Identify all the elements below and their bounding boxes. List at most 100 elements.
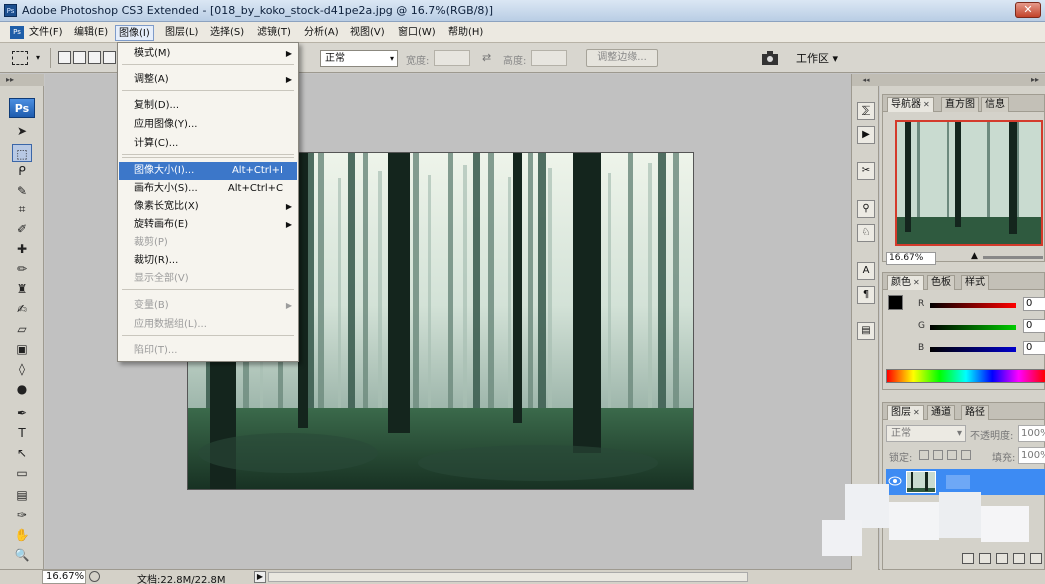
- image-menu-item[interactable]: 画布大小(S)... Alt+Ctrl+C: [119, 180, 297, 198]
- panels-grip[interactable]: ▸▸: [880, 74, 1045, 86]
- clone-source-icon[interactable]: ♘: [857, 224, 875, 242]
- tab-color[interactable]: 颜色 ✕: [887, 275, 924, 290]
- menu-analysis[interactable]: 分析(A): [301, 25, 342, 41]
- notes-tool-icon[interactable]: ▤: [12, 486, 32, 504]
- fill-field[interactable]: 100%: [1018, 447, 1045, 464]
- blue-channel-slider[interactable]: [930, 347, 1016, 352]
- lock-all-icon[interactable]: [961, 450, 971, 460]
- menu-select[interactable]: 选择(S): [207, 25, 247, 41]
- bridge-icon[interactable]: [760, 49, 780, 67]
- tab-swatches[interactable]: 色板: [927, 275, 955, 290]
- dock-grip[interactable]: ◂◂: [852, 74, 880, 86]
- navigator-zoom-field[interactable]: 16.67%: [886, 252, 936, 265]
- hand-tool-icon[interactable]: ✋: [12, 526, 32, 544]
- tab-histogram[interactable]: 直方图: [941, 97, 979, 112]
- menu-layer[interactable]: 图层(L): [162, 25, 201, 41]
- red-channel-slider[interactable]: [930, 303, 1016, 308]
- red-channel-value[interactable]: 0: [1023, 297, 1045, 311]
- brushes-panel-icon[interactable]: ⚲: [857, 200, 875, 218]
- color-spectrum[interactable]: [886, 369, 1045, 383]
- subtract-selection-icon[interactable]: [88, 51, 101, 64]
- workspace-button[interactable]: 工作区 ▾: [796, 50, 838, 66]
- menu-filter[interactable]: 滤镜(T): [254, 25, 294, 41]
- menu-edit[interactable]: 编辑(E): [71, 25, 111, 41]
- swap-icon[interactable]: ⇄: [482, 51, 491, 64]
- zoom-out-icon[interactable]: ▲: [971, 251, 978, 261]
- blur-tool-icon[interactable]: ◊: [12, 360, 32, 378]
- zoom-field[interactable]: 16.67%: [42, 570, 86, 584]
- tab-styles[interactable]: 样式: [961, 275, 989, 290]
- link-layers-icon[interactable]: [962, 553, 974, 564]
- paragraph-panel-icon[interactable]: ¶: [857, 286, 875, 304]
- close-icon[interactable]: ✕: [913, 278, 920, 287]
- path-selection-tool-icon[interactable]: ↖: [12, 444, 32, 462]
- lasso-tool-icon[interactable]: ᑭ: [12, 162, 32, 180]
- pen-tool-icon[interactable]: ✒: [12, 404, 32, 422]
- intersect-selection-icon[interactable]: [103, 51, 116, 64]
- menu-view[interactable]: 视图(V): [347, 25, 388, 41]
- crop-tool-icon[interactable]: ⌗: [12, 200, 32, 218]
- character-panel-icon[interactable]: A: [857, 262, 875, 280]
- eye-icon[interactable]: [888, 475, 902, 487]
- new-selection-icon[interactable]: [58, 51, 71, 64]
- chevron-down-icon[interactable]: ▾: [36, 53, 40, 62]
- history-panel-icon[interactable]: ⅀: [857, 102, 875, 120]
- zoom-tool-icon[interactable]: 🔍: [12, 546, 32, 564]
- menu-help[interactable]: 帮助(H): [445, 25, 486, 41]
- image-menu-item[interactable]: 裁切(R)...: [119, 252, 297, 270]
- opacity-field[interactable]: 100%: [1018, 425, 1045, 442]
- image-menu-item[interactable]: 像素长宽比(X) ▶: [119, 198, 297, 216]
- blue-channel-value[interactable]: 0: [1023, 341, 1045, 355]
- move-tool-icon[interactable]: ➤: [12, 122, 32, 140]
- tab-info[interactable]: 信息: [981, 97, 1009, 112]
- panel-grip[interactable]: ▸▸: [0, 74, 44, 86]
- slice-tool-icon[interactable]: ✐: [12, 220, 32, 238]
- image-menu-item[interactable]: 模式(M) ▶: [119, 45, 297, 63]
- image-menu-item[interactable]: 调整(A) ▶: [119, 71, 297, 89]
- foreground-color-swatch[interactable]: [888, 295, 903, 310]
- refine-edge-button[interactable]: 调整边缘...: [586, 49, 658, 67]
- green-channel-slider[interactable]: [930, 325, 1016, 330]
- marquee-tool-icon[interactable]: ⬚: [12, 144, 32, 162]
- menu-image[interactable]: 图像(I): [115, 25, 154, 41]
- lock-position-icon[interactable]: [947, 450, 957, 460]
- image-menu-item[interactable]: 复制(D)...: [119, 97, 297, 115]
- lock-pixels-icon[interactable]: [933, 450, 943, 460]
- clone-stamp-tool-icon[interactable]: ♜: [12, 280, 32, 298]
- ps-logo[interactable]: Ps: [9, 98, 35, 118]
- dodge-tool-icon[interactable]: ●: [12, 380, 32, 398]
- lock-transparency-icon[interactable]: [919, 450, 929, 460]
- horizontal-scrollbar[interactable]: [268, 572, 748, 582]
- eraser-tool-icon[interactable]: ▱: [12, 320, 32, 338]
- image-menu-item[interactable]: 图像大小(I)... Alt+Ctrl+I: [119, 162, 297, 180]
- close-window-button[interactable]: ✕: [1015, 2, 1041, 18]
- close-icon[interactable]: ✕: [913, 408, 920, 417]
- image-menu-item[interactable]: 计算(C)...: [119, 135, 297, 153]
- width-field[interactable]: [434, 50, 470, 66]
- ps-app-icon[interactable]: Ps: [10, 26, 24, 39]
- tab-paths[interactable]: 路径: [961, 405, 989, 420]
- close-icon[interactable]: ✕: [923, 100, 930, 109]
- tool-preset-picker-icon[interactable]: [12, 51, 28, 65]
- status-menu-button[interactable]: ▶: [254, 571, 266, 583]
- image-menu-item[interactable]: 旋转画布(E) ▶: [119, 216, 297, 234]
- new-layer-icon[interactable]: [1013, 553, 1025, 564]
- layer-style-icon[interactable]: [979, 553, 991, 564]
- adjustment-layer-icon[interactable]: [996, 553, 1008, 564]
- navigator-thumbnail[interactable]: [895, 120, 1043, 246]
- zoom-icon[interactable]: [89, 571, 100, 582]
- type-tool-icon[interactable]: T: [12, 424, 32, 442]
- add-selection-icon[interactable]: [73, 51, 86, 64]
- magic-wand-tool-icon[interactable]: ✎: [12, 182, 32, 200]
- tab-channels[interactable]: 通道: [927, 405, 955, 420]
- menu-file[interactable]: 文件(F): [26, 25, 66, 41]
- gradient-tool-icon[interactable]: ▣: [12, 340, 32, 358]
- healing-brush-tool-icon[interactable]: ✚: [12, 240, 32, 258]
- history-brush-tool-icon[interactable]: ✍: [12, 300, 32, 318]
- style-select[interactable]: 正常 ▾: [320, 50, 398, 67]
- rectangle-tool-icon[interactable]: ▭: [12, 464, 32, 482]
- image-menu-item[interactable]: 应用图像(Y)...: [119, 116, 297, 134]
- layer-comps-icon[interactable]: ▤: [857, 322, 875, 340]
- brush-tool-icon[interactable]: ✏: [12, 260, 32, 278]
- actions-panel-icon[interactable]: ▶: [857, 126, 875, 144]
